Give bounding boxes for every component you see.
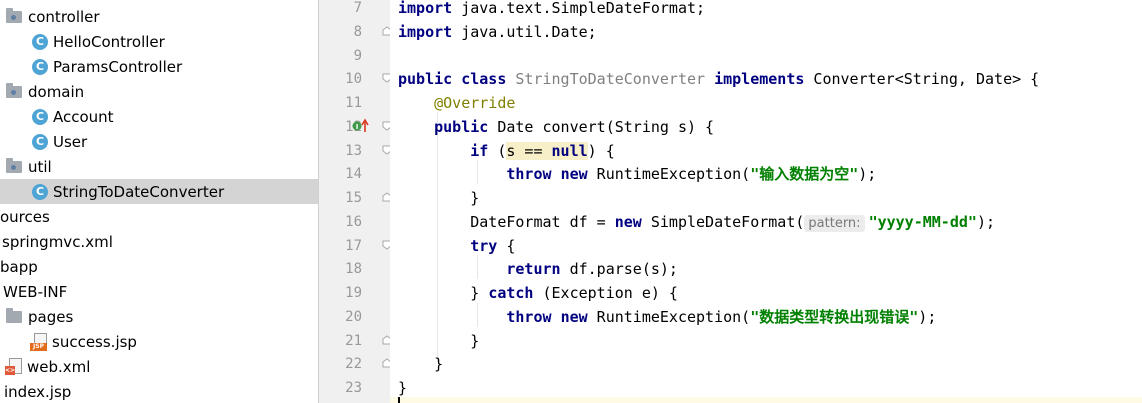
- line-number: 17: [345, 238, 362, 254]
- tree-item-webapp[interactable]: bapp: [0, 254, 318, 279]
- tree-item-label: WEB-INF: [3, 282, 68, 301]
- tree-item-label: ources: [0, 207, 50, 226]
- editor-gutter: 7 8 9 10 11 12 13 14 15 16 17 18 19 20 2…: [319, 0, 392, 403]
- tree-item-account[interactable]: C Account: [0, 104, 318, 129]
- tree-item-label: bapp: [0, 257, 38, 276]
- xml-file-icon: <>: [5, 357, 23, 376]
- tree-item-paramscontroller[interactable]: C ParamsController: [0, 54, 318, 79]
- line-number: 7: [353, 0, 362, 16]
- java-class-icon: C: [32, 108, 48, 125]
- line-number: 22: [345, 356, 362, 372]
- tree-item-success-jsp[interactable]: JSP success.jsp: [0, 329, 318, 354]
- java-class-icon: C: [32, 33, 48, 50]
- text-caret: [398, 397, 400, 403]
- override-method-icon[interactable]: I: [351, 118, 371, 134]
- tree-item-label: User: [53, 132, 88, 151]
- tree-item-pages[interactable]: pages: [0, 304, 318, 329]
- java-class-icon: C: [32, 58, 48, 75]
- code-line: }: [434, 355, 444, 373]
- current-line-highlight: [390, 397, 1142, 403]
- tree-item-label: pages: [28, 307, 74, 326]
- tree-item-label: success.jsp: [52, 332, 137, 351]
- java-class-icon: C: [32, 183, 48, 200]
- tree-item-label: index.jsp: [4, 382, 72, 401]
- tree-item-springmvc-xml[interactable]: springmvc.xml: [0, 229, 318, 254]
- tree-item-label: Account: [53, 107, 114, 126]
- tree-item-label: web.xml: [27, 357, 91, 376]
- line-number: 14: [345, 166, 362, 182]
- folder-icon: [6, 307, 22, 323]
- tree-item-label: springmvc.xml: [2, 232, 113, 251]
- code-line: public class StringToDateConverter imple…: [398, 70, 1040, 88]
- tree-item-resources[interactable]: ources: [0, 204, 318, 229]
- tree-item-label: HelloController: [53, 32, 165, 51]
- line-number: 21: [345, 333, 362, 349]
- identifier-highlight: s == null: [506, 142, 588, 160]
- tree-item-util[interactable]: util: [0, 154, 318, 179]
- code-line: if (s == null) {: [470, 142, 615, 160]
- tree-item-user[interactable]: C User: [0, 129, 318, 154]
- code-line: throw new RuntimeException("数据类型转换出现错误")…: [506, 308, 937, 326]
- tree-item-web-xml[interactable]: <> web.xml: [0, 354, 318, 379]
- code-line: } catch (Exception e) {: [470, 284, 678, 302]
- tree-item-index-jsp[interactable]: index.jsp: [0, 379, 318, 403]
- code-line: }: [470, 332, 480, 350]
- tree-item-label: controller: [28, 7, 100, 26]
- tree-item-web-inf[interactable]: WEB-INF: [0, 279, 318, 304]
- svg-text:I: I: [356, 123, 359, 131]
- code-line: import java.text.SimpleDateFormat;: [398, 0, 706, 17]
- line-number: 9: [353, 48, 362, 64]
- parameter-hint: pattern:: [804, 215, 865, 232]
- tree-item-label: domain: [28, 82, 85, 101]
- line-number: 18: [345, 261, 362, 277]
- code-line: return df.parse(s);: [506, 260, 678, 278]
- line-number: 23: [345, 380, 362, 396]
- tree-item-label: util: [28, 157, 52, 176]
- tree-item-label: ParamsController: [53, 57, 183, 76]
- tree-item-stringtodateconverter[interactable]: C StringToDateConverter: [0, 179, 318, 204]
- package-folder-icon: [6, 7, 22, 23]
- line-number: 15: [345, 190, 362, 206]
- tree-item-controller[interactable]: controller: [0, 4, 318, 29]
- tree-item-domain[interactable]: domain: [0, 79, 318, 104]
- code-line: DateFormat df = new SimpleDateFormat(pat…: [470, 213, 995, 232]
- package-folder-icon: [6, 82, 22, 98]
- tree-item-hellocontroller[interactable]: C HelloController: [0, 29, 318, 54]
- line-number: 8: [353, 24, 362, 40]
- project-tree: controller C HelloController C ParamsCon…: [0, 0, 318, 403]
- code-line: try {: [470, 237, 516, 255]
- jsp-file-icon: JSP: [30, 332, 48, 351]
- code-line: import java.util.Date;: [398, 23, 597, 41]
- code-line: public Date convert(String s) {: [434, 118, 715, 136]
- code-line: throw new RuntimeException("输入数据为空");: [506, 165, 877, 183]
- code-line: @Override: [434, 94, 516, 112]
- package-folder-icon: [6, 157, 22, 173]
- java-class-icon: C: [32, 133, 48, 150]
- tree-item-label: StringToDateConverter: [53, 182, 225, 201]
- line-number: 10: [345, 71, 362, 87]
- code-line: }: [470, 189, 480, 207]
- line-number: 13: [345, 143, 362, 159]
- line-number: 19: [345, 285, 362, 301]
- code-editor[interactable]: import java.text.SimpleDateFormat; impor…: [390, 0, 1142, 403]
- line-number: 11: [345, 95, 362, 111]
- line-number: 16: [345, 214, 362, 230]
- line-number: 20: [345, 309, 362, 325]
